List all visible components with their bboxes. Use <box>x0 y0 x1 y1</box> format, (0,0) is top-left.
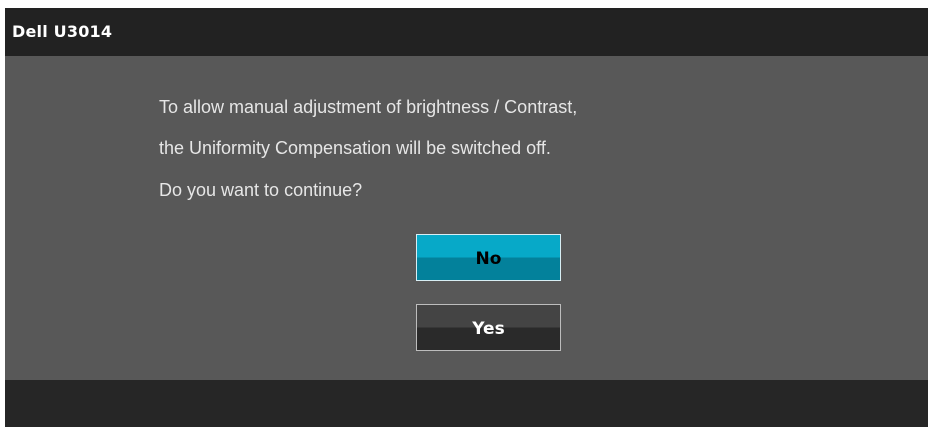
title-bar: Dell U3014 <box>5 8 928 56</box>
no-button-label: No <box>475 249 502 269</box>
message-line-1: To allow manual adjustment of brightness… <box>159 97 578 117</box>
yes-button-label: Yes <box>472 319 505 339</box>
no-button[interactable]: No <box>416 234 561 281</box>
message-line-3: Do you want to continue? <box>159 180 363 200</box>
confirmation-dialog-panel: To allow manual adjustment of brightness… <box>5 56 928 380</box>
message-line-2: the Uniformity Compensation will be swit… <box>159 138 551 158</box>
osd-menu-window: Dell U3014 To allow manual adjustment of… <box>5 8 928 427</box>
yes-button[interactable]: Yes <box>416 304 561 351</box>
monitor-model-title: Dell U3014 <box>12 22 113 41</box>
footer-bar <box>5 380 928 427</box>
